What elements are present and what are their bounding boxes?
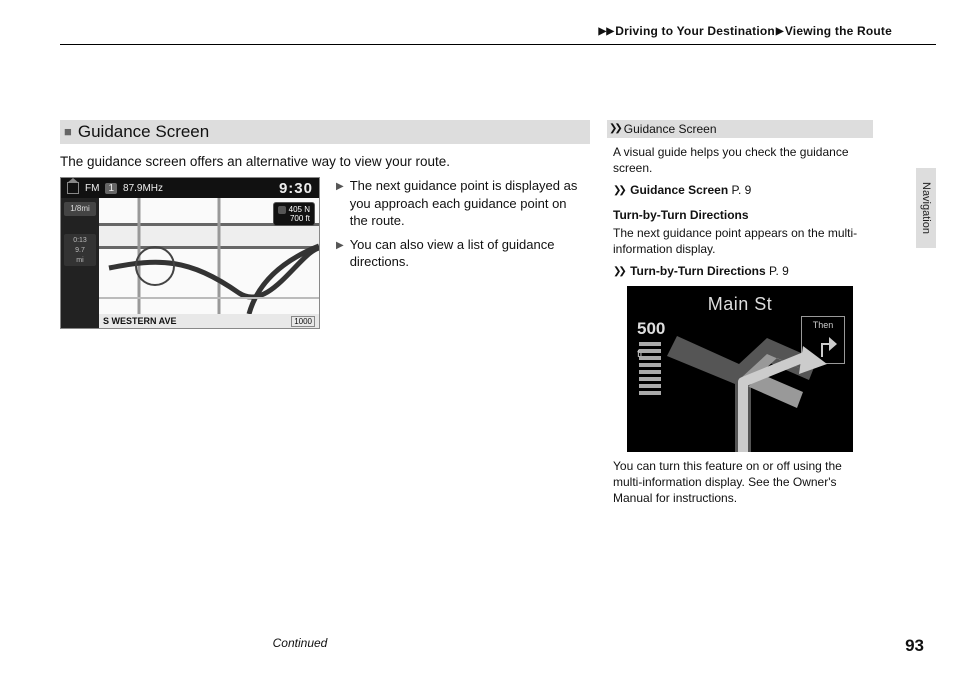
triangle-bullet-icon: ▶: [336, 180, 344, 230]
eta-dist: 9.7: [64, 246, 96, 256]
page-number: 93: [905, 636, 924, 656]
link-icon: ❯❯: [613, 266, 624, 277]
sidebar-p1: A visual guide helps you check the guida…: [613, 144, 867, 176]
bullet-text: You can also view a list of guidance dir…: [350, 236, 578, 271]
turn-guidance-screenshot: Main St 500 ft Then: [627, 286, 853, 452]
breadcrumb-part1: Driving to Your Destination: [615, 24, 775, 38]
page: ▶▶Driving to Your Destination▶Viewing th…: [0, 0, 954, 674]
header-rule: [60, 44, 936, 45]
section-tab-label: Navigation: [920, 182, 932, 234]
chevron-right-icon: ▶: [776, 26, 784, 37]
sign-distance: 700 ft: [278, 214, 310, 223]
fm-channel: 1: [105, 183, 117, 194]
xref-row: ❯❯ Guidance Screen P. 9: [613, 182, 867, 199]
xref-label: Guidance Screen: [630, 183, 728, 197]
route-sign: 405 N 700 ft: [273, 202, 315, 226]
shield-icon: [278, 206, 286, 214]
chevron-right-icon: ▶▶: [599, 26, 615, 37]
fm-frequency: 87.9MHz: [123, 183, 163, 194]
bullet-item: ▶ You can also view a list of guidance d…: [336, 236, 578, 271]
xref-page: P. 9: [769, 264, 789, 278]
main-column: ■ Guidance Screen The guidance screen of…: [60, 120, 590, 329]
intersection-icon: [627, 286, 853, 452]
sidebar-column: ❯❯ Guidance Screen A visual guide helps …: [607, 120, 873, 513]
double-chevron-icon: ❯❯: [609, 122, 620, 136]
bullet-item: ▶ The next guidance point is displayed a…: [336, 177, 578, 230]
scale-chip: 1/8mi: [64, 202, 96, 216]
breadcrumb: ▶▶Driving to Your Destination▶Viewing th…: [598, 24, 893, 38]
map-bottom-bar: S WESTERN AVE 1000: [99, 314, 319, 328]
sign-route: 405 N: [289, 205, 310, 214]
eta-unit: mi: [64, 256, 96, 266]
eta-box: 0:13 9.7 mi: [64, 234, 96, 266]
intro-text: The guidance screen offers an alternativ…: [60, 154, 590, 169]
xref-label: Turn-by-Turn Directions: [630, 264, 766, 278]
breadcrumb-part2: Viewing the Route: [785, 24, 892, 38]
sidebar-subheading: Turn-by-Turn Directions: [613, 207, 867, 223]
vehicle-marker: [135, 246, 175, 286]
sidebar-heading-bar: ❯❯ Guidance Screen: [607, 120, 873, 138]
map-left-panel: 1/8mi 0:13 9.7 mi: [61, 198, 99, 328]
xref-page: P. 9: [732, 183, 752, 197]
bullet-text: The next guidance point is displayed as …: [350, 177, 578, 230]
section-tab: Navigation: [916, 168, 936, 248]
map-status-bar: FM 1 87.9MHz 9:30: [61, 178, 319, 198]
guidance-map-screenshot: FM 1 87.9MHz 9:30 1/8mi 0:13 9.7 mi: [60, 177, 320, 329]
section-heading: Guidance Screen: [78, 120, 209, 144]
street-name: S WESTERN AVE: [103, 316, 177, 326]
section-heading-bar: ■ Guidance Screen: [60, 120, 590, 144]
triangle-bullet-icon: ▶: [336, 239, 344, 271]
link-icon: ❯❯: [613, 185, 624, 196]
fm-label: FM: [85, 183, 99, 194]
map-scale: 1000: [291, 316, 315, 327]
sidebar-p2: The next guidance point appears on the m…: [613, 225, 867, 257]
home-icon: [67, 182, 79, 194]
map-body: 405 N 700 ft: [99, 198, 319, 314]
bullet-list: ▶ The next guidance point is displayed a…: [336, 177, 578, 329]
sidebar-p3: You can turn this feature on or off usin…: [613, 458, 867, 507]
sidebar-heading: Guidance Screen: [624, 121, 717, 137]
xref-row: ❯❯ Turn-by-Turn Directions P. 9: [613, 263, 867, 280]
continued-label: Continued: [0, 636, 600, 650]
figure-and-bullets: FM 1 87.9MHz 9:30 1/8mi 0:13 9.7 mi: [60, 177, 590, 329]
eta-time: 0:13: [64, 236, 96, 246]
square-bullet-icon: ■: [64, 120, 72, 144]
clock: 9:30: [279, 180, 313, 197]
